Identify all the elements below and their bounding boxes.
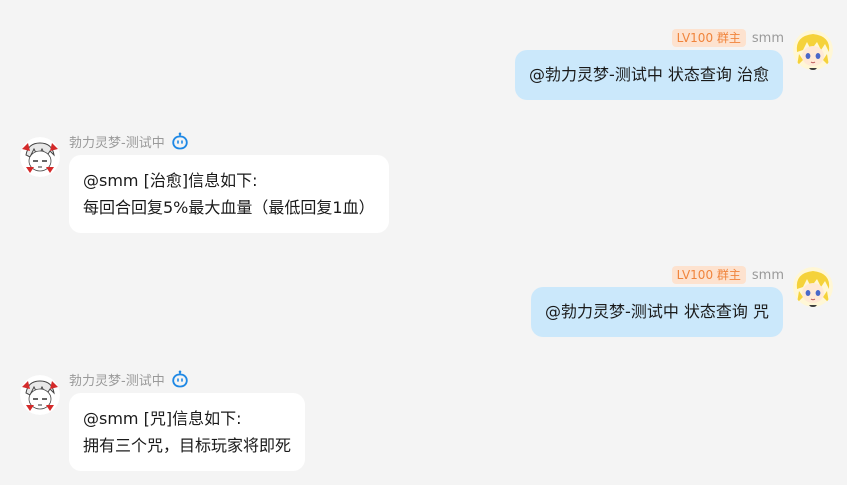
message-bubble[interactable]: @勃力灵梦-测试中 状态查询 咒: [531, 287, 783, 337]
blonde-anime-avatar-icon[interactable]: [793, 267, 833, 307]
message-bubble[interactable]: @smm [治愈]信息如下: 每回合回复5%最大血量（最低回复1血）: [69, 155, 389, 233]
message-line: @smm [咒]信息如下:: [83, 409, 242, 428]
robot-icon: [172, 132, 188, 150]
blonde-anime-avatar-icon[interactable]: [793, 30, 833, 70]
level-badge: LV100 群主: [671, 29, 746, 47]
reimu-avatar-icon[interactable]: [20, 137, 60, 177]
sender-meta: 勃力灵梦-测试中: [69, 369, 189, 389]
message-line: 拥有三个咒，目标玩家将即死: [83, 436, 292, 455]
sender-name[interactable]: 勃力灵梦-测试中: [69, 370, 165, 389]
message-bubble[interactable]: @勃力灵梦-测试中 状态查询 治愈: [515, 50, 783, 100]
sender-name[interactable]: smm: [752, 31, 784, 46]
sender-name[interactable]: smm: [752, 268, 784, 283]
sender-meta: LV100 群主 smm: [671, 265, 784, 285]
robot-icon: [172, 370, 188, 388]
message-line: @smm [治愈]信息如下:: [83, 171, 258, 190]
sender-meta: LV100 群主 smm: [671, 28, 784, 48]
level-badge: LV100 群主: [671, 266, 746, 284]
reimu-avatar-icon[interactable]: [20, 375, 60, 415]
sender-meta: 勃力灵梦-测试中: [69, 131, 189, 151]
message-line: 每回合回复5%最大血量（最低回复1血）: [83, 198, 375, 217]
message-bubble[interactable]: @smm [咒]信息如下: 拥有三个咒，目标玩家将即死: [69, 393, 306, 471]
sender-name[interactable]: 勃力灵梦-测试中: [69, 132, 165, 151]
